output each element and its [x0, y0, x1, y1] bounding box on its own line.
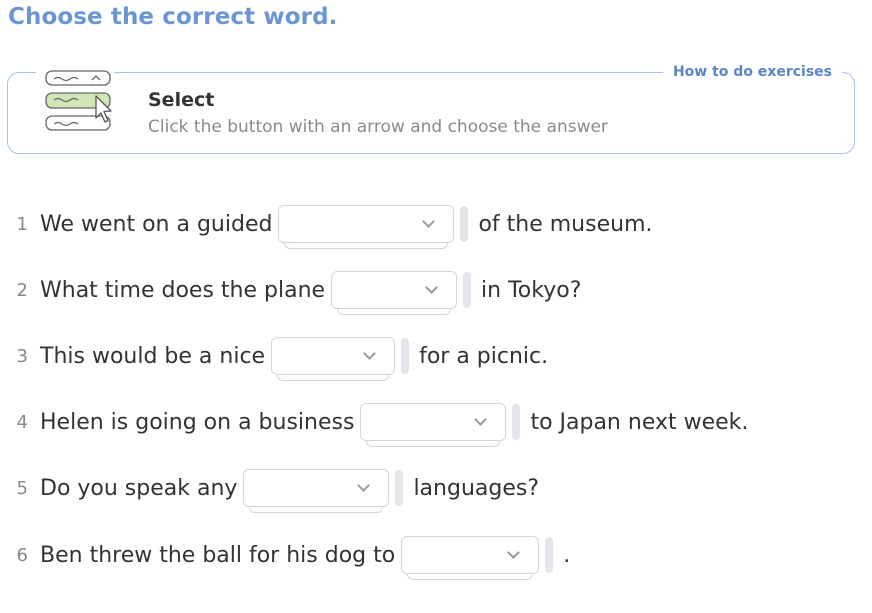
answer-select[interactable]: [278, 205, 455, 249]
question-text-before: Ben threw the ball for his dog to: [40, 542, 396, 568]
question-number: 1: [16, 213, 28, 235]
howto-panel: How to do exercises Select Click the but…: [7, 64, 855, 154]
question-text-after: in Tokyo?: [481, 277, 582, 303]
answer-indicator: [545, 537, 554, 573]
chevron-down-icon: [363, 347, 376, 360]
question-number: 4: [16, 411, 28, 433]
answer-select[interactable]: [243, 469, 390, 513]
question-text-before: What time does the plane: [40, 277, 326, 303]
howto-text: Click the button with an arrow and choos…: [148, 117, 608, 137]
question-number: 6: [16, 544, 28, 566]
question-row: 4 Helen is going on a business to Japan …: [0, 402, 749, 447]
question-row: 3 This would be a nice for a picnic.: [0, 336, 549, 381]
answer-select[interactable]: [331, 271, 458, 315]
answer-select[interactable]: [401, 536, 540, 580]
answer-indicator: [395, 470, 404, 506]
chevron-down-icon: [474, 413, 488, 426]
chevron-down-icon: [507, 546, 521, 559]
question-text-after: languages?: [413, 475, 540, 501]
answer-indicator: [401, 338, 410, 374]
question-text-before: We went on a guided: [40, 211, 273, 237]
question-text-before: Helen is going on a business: [40, 409, 355, 435]
question-text-before: Do you speak any: [40, 475, 238, 501]
question-text-before: This would be a nice: [40, 343, 266, 369]
question-row: 5 Do you speak any languages?: [0, 468, 540, 513]
question-text-after: of the museum.: [478, 211, 653, 237]
chevron-down-icon: [357, 479, 371, 492]
howto-heading: Select: [148, 89, 215, 111]
question-number: 2: [16, 279, 28, 301]
question-number: 5: [16, 477, 28, 499]
question-text-after: to Japan next week.: [530, 409, 749, 435]
question-row: 6 Ben threw the ball for his dog to .: [0, 535, 571, 580]
howto-link[interactable]: How to do exercises: [662, 64, 842, 80]
answer-indicator: [460, 206, 469, 242]
answer-select[interactable]: [360, 403, 507, 447]
page-title: Choose the correct word.: [8, 4, 338, 30]
answer-select[interactable]: [271, 337, 396, 381]
question-text-after: .: [563, 542, 571, 568]
select-dropdown-icon: [36, 67, 114, 135]
question-text-after: for a picnic.: [419, 343, 549, 369]
answer-indicator: [512, 404, 521, 440]
chevron-down-icon: [422, 215, 436, 228]
answer-indicator: [463, 272, 472, 308]
question-row: 2 What time does the plane in Tokyo?: [0, 270, 582, 315]
question-row: 1 We went on a guided of the museum.: [0, 204, 653, 249]
question-number: 3: [16, 345, 28, 367]
chevron-down-icon: [425, 281, 438, 294]
